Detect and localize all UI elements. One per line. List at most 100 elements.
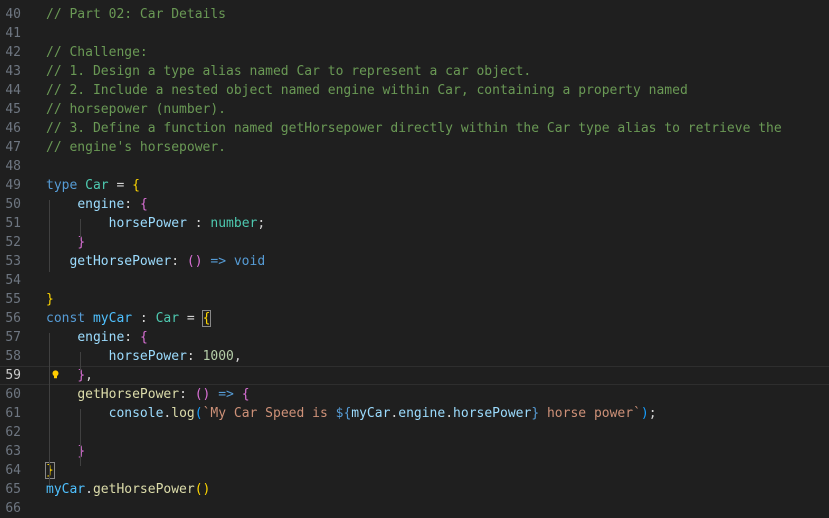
code-token: getHorsePower [69, 254, 172, 269]
code-token: } [531, 406, 540, 421]
code-line[interactable]: 53 getHorsePower: () => void [0, 252, 829, 271]
code-line[interactable]: 66 [0, 499, 829, 518]
code-text[interactable]: // 2. Include a nested object named engi… [46, 81, 688, 100]
code-line[interactable]: 58 horsePower: 1000, [0, 347, 829, 366]
code-text[interactable]: getHorsePower: () => void [46, 252, 265, 271]
indent-guide [49, 333, 50, 485]
code-token: myCar [46, 482, 86, 497]
code-text[interactable]: // Part 02: Car Details [46, 5, 226, 24]
code-line[interactable]: 55} [0, 290, 829, 309]
code-line[interactable]: 40 // Part 02: Car Details [0, 5, 829, 24]
indent-guide [49, 200, 50, 272]
line-number: 50 [5, 197, 21, 212]
indent-guide [80, 219, 81, 238]
code-token: Car [85, 178, 109, 193]
code-token: ; [257, 216, 266, 231]
line-number: 55 [5, 292, 21, 307]
code-token: // 2. Include a nested object named engi… [46, 83, 688, 98]
line-number: 49 [5, 178, 21, 193]
line-number: 57 [5, 330, 21, 345]
code-token: () [186, 254, 203, 269]
code-token: horsePower [108, 349, 187, 364]
code-token: ( [194, 406, 203, 421]
code-line[interactable]: 60 getHorsePower: () => { [0, 385, 829, 404]
code-text[interactable]: } [46, 290, 54, 309]
code-line[interactable]: 62 [0, 423, 829, 442]
code-line[interactable]: 50 engine: { [0, 195, 829, 214]
line-number: 62 [5, 425, 21, 440]
code-text[interactable]: horsePower : number; [46, 214, 266, 233]
code-line[interactable]: 56 const myCar : Car = { [0, 309, 829, 328]
code-token: , [233, 349, 242, 364]
code-text[interactable]: // 3. Define a function named getHorsepo… [46, 119, 782, 138]
code-text[interactable]: const myCar : Car = { [46, 309, 212, 328]
code-line[interactable]: 47 // engine's horsepower. [0, 138, 829, 157]
code-token: myCar [92, 311, 133, 326]
code-line[interactable]: 48 [0, 157, 829, 176]
code-text[interactable]: // horsepower (number). [46, 100, 226, 119]
line-number: 66 [5, 501, 21, 516]
code-token: // Challenge: [46, 45, 148, 60]
code-editor[interactable]: 3940// Part 02: Car Details4142// Challe… [0, 0, 829, 516]
code-line[interactable]: 59 }, [0, 366, 829, 385]
code-text[interactable]: // engine's horsepower. [46, 138, 226, 157]
code-token: { [139, 330, 148, 345]
code-line[interactable]: 51 horsePower : number; [0, 214, 829, 233]
indent-guide [80, 352, 81, 371]
line-number: 56 [5, 311, 21, 326]
code-text[interactable]: // Challenge: [46, 43, 148, 62]
code-token: { [132, 178, 140, 193]
code-line[interactable]: 44 // 2. Include a nested object named en… [0, 81, 829, 100]
code-text[interactable]: myCar.getHorsePower() [46, 480, 210, 499]
code-token: // 3. Define a function named getHorsepo… [46, 121, 782, 136]
code-text[interactable]: // 1. Design a type alias named Car to r… [46, 62, 531, 81]
code-token: getHorsePower [77, 387, 180, 402]
lightbulb-icon[interactable] [51, 370, 60, 379]
code-line[interactable]: 45 // horsepower (number). [0, 100, 829, 119]
line-number: 44 [5, 83, 21, 98]
code-line[interactable]: 49 type Car = { [0, 176, 829, 195]
code-token: engine [77, 330, 125, 345]
code-token: : [171, 254, 187, 269]
code-line[interactable]: 61 console.log(`My Car Speed is ${myCar.… [0, 404, 829, 423]
code-text[interactable]: engine: { [46, 195, 147, 214]
code-token: console [108, 406, 164, 421]
code-token: { [201, 310, 212, 327]
code-line[interactable]: 41 [0, 24, 829, 43]
code-text[interactable]: engine: { [46, 328, 148, 347]
code-token: ${ [335, 406, 352, 421]
code-token: => [210, 254, 227, 269]
code-line[interactable]: 54 [0, 271, 829, 290]
code-token: { [241, 387, 250, 402]
code-token: // 1. Design a type alias named Car to r… [46, 64, 532, 79]
code-text[interactable]: horsePower: 1000, [46, 347, 242, 366]
line-number: 64 [5, 463, 21, 478]
code-line[interactable]: 42 // Challenge: [0, 43, 829, 62]
code-line[interactable]: 65 myCar.getHorsePower() [0, 480, 829, 499]
code-line[interactable]: 64} [0, 461, 829, 480]
code-line[interactable]: 63 } [0, 442, 829, 461]
code-text[interactable]: type Car = { [46, 176, 140, 195]
line-number: 45 [5, 102, 21, 117]
code-text[interactable]: console.log(`My Car Speed is ${myCar.eng… [46, 404, 657, 423]
code-text[interactable]: getHorsePower: () => { [46, 385, 250, 404]
line-number: 40 [5, 7, 21, 22]
code-line[interactable]: 43 // 1. Design a type alias named Car to… [0, 62, 829, 81]
code-token: => [218, 387, 234, 402]
code-token: 1000 [202, 349, 234, 364]
line-number: 48 [5, 159, 21, 174]
code-token: // horsepower (number). [46, 102, 227, 117]
code-token: void [233, 254, 266, 269]
indent-guide [80, 409, 81, 466]
line-number: 53 [5, 254, 21, 269]
code-token: myCar [351, 406, 391, 421]
code-token: () [194, 482, 211, 497]
code-line[interactable]: 46 // 3. Define a function named getHorse… [0, 119, 829, 138]
code-line[interactable]: 52 } [0, 233, 829, 252]
code-line[interactable]: 57 engine: { [0, 328, 829, 347]
code-token: number [210, 216, 258, 231]
